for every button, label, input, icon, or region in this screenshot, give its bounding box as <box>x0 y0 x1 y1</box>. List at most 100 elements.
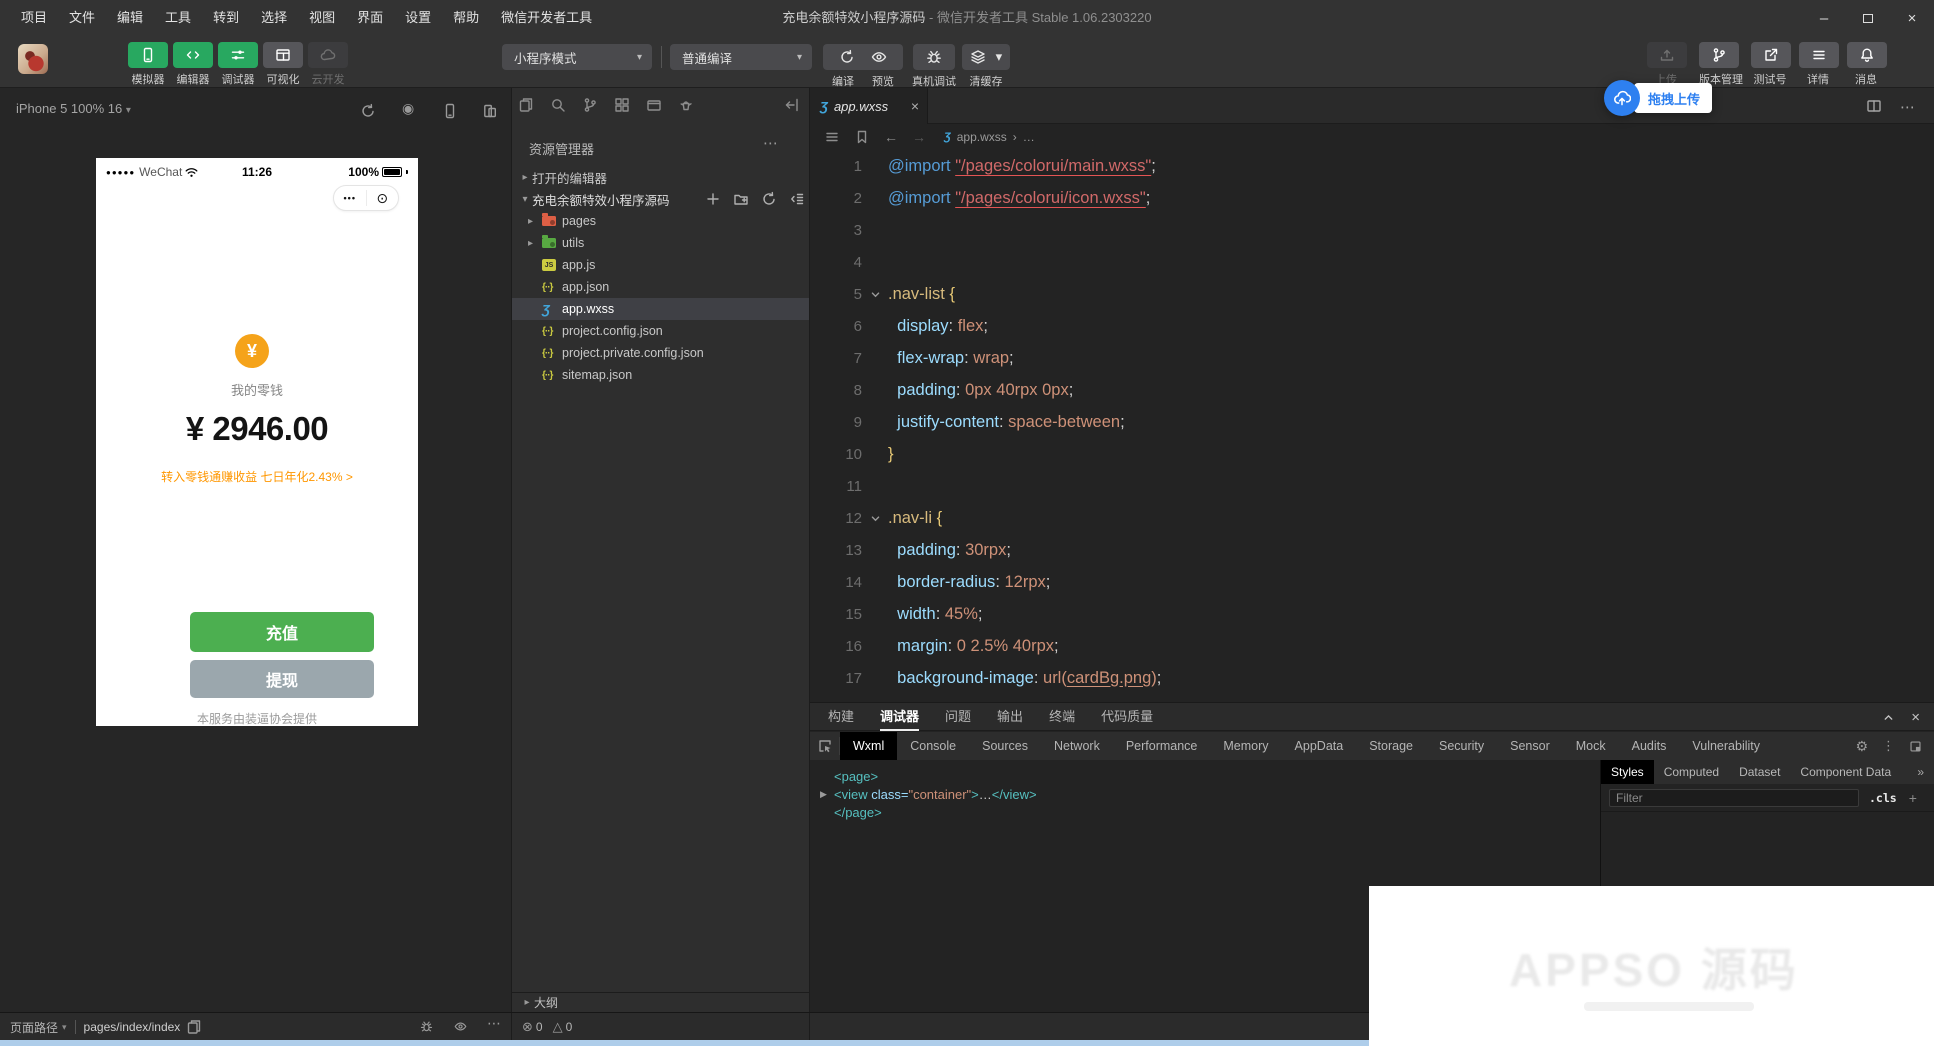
compile-icon[interactable] <box>839 49 855 65</box>
menu-item[interactable]: 转到 <box>202 0 250 36</box>
maximize-button[interactable] <box>1846 0 1890 36</box>
capsule-close-button[interactable]: ⊙ <box>367 190 399 207</box>
drag-upload-button[interactable]: 拖拽上传 <box>1634 83 1712 113</box>
more-tabs-chevrons[interactable]: » <box>1917 765 1934 779</box>
menu-item[interactable]: 工具 <box>154 0 202 36</box>
tab-app-wxss[interactable]: Ʒ app.wxss × <box>810 88 928 124</box>
debugger-tab-输出[interactable]: 输出 <box>997 703 1023 731</box>
file-item-app.js[interactable]: JSapp.js <box>512 254 809 276</box>
devtools-tab-performance[interactable]: Performance <box>1113 732 1211 760</box>
close-button[interactable]: × <box>1890 0 1934 36</box>
file-item-sitemap.json[interactable]: {··}sitemap.json <box>512 364 809 386</box>
debugger-tab-问题[interactable]: 问题 <box>945 703 971 731</box>
capsule-menu-button[interactable]: ••• <box>334 193 366 203</box>
window-icon[interactable] <box>646 97 662 113</box>
files-icon[interactable] <box>518 97 534 113</box>
devtools-tab-mock[interactable]: Mock <box>1563 732 1619 760</box>
wxml-node[interactable]: <page> <box>820 767 1600 785</box>
outline-section[interactable]: ▸ 大纲 <box>512 992 809 1012</box>
source-control-icon[interactable] <box>582 97 598 113</box>
add-style-icon[interactable]: + <box>1909 790 1917 806</box>
gear-icon[interactable]: ⚙ <box>1855 738 1868 755</box>
search-icon[interactable] <box>550 97 566 113</box>
refresh-explorer-icon[interactable] <box>761 191 777 207</box>
toolbar-bell-button[interactable]: 消息 <box>1847 42 1885 87</box>
menu-item[interactable]: 视图 <box>298 0 346 36</box>
more-actions-icon[interactable]: ⋯ <box>763 134 779 152</box>
file-item-project.private.config.json[interactable]: {··}project.private.config.json <box>512 342 809 364</box>
preview-icon[interactable] <box>871 49 887 65</box>
file-item-app.json[interactable]: {··}app.json <box>512 276 809 298</box>
file-item-project.config.json[interactable]: {··}project.config.json <box>512 320 809 342</box>
compile-mode-select[interactable]: 普通编译 ▾ <box>670 44 812 70</box>
file-item-app.wxss[interactable]: Ʒapp.wxss <box>512 298 809 320</box>
devtools-tab-audits[interactable]: Audits <box>1619 732 1680 760</box>
outline-list-icon[interactable] <box>824 129 840 145</box>
cls-toggle-button[interactable]: .cls <box>1869 791 1897 805</box>
toolbar-sliders-toggle[interactable]: 调试器 <box>218 42 258 87</box>
menu-item[interactable]: 项目 <box>10 0 58 36</box>
multi-device-icon[interactable] <box>482 103 498 119</box>
toolbar-lines-button[interactable]: 详情 <box>1799 42 1837 87</box>
dock-panel-icon[interactable] <box>1909 740 1922 753</box>
file-item-utils[interactable]: ▸utils <box>512 232 809 254</box>
wallet-transfer-link[interactable]: 转入零钱通赚收益 七日年化2.43% > <box>96 468 418 485</box>
styles-tab-component-data[interactable]: Component Data <box>1790 760 1901 784</box>
devtools-tab-sensor[interactable]: Sensor <box>1497 732 1563 760</box>
devtools-tab-sources[interactable]: Sources <box>969 732 1041 760</box>
close-panel-icon[interactable]: × <box>1911 709 1920 726</box>
close-tab-icon[interactable]: × <box>911 98 919 114</box>
debugger-tab-构建[interactable]: 构建 <box>828 703 854 731</box>
mode-select[interactable]: 小程序模式 ▾ <box>502 44 652 70</box>
styles-tab-computed[interactable]: Computed <box>1654 760 1729 784</box>
debugger-tab-代码质量[interactable]: 代码质量 <box>1101 703 1153 731</box>
menu-item[interactable]: 界面 <box>346 0 394 36</box>
toolbar-layout-toggle[interactable]: 可视化 <box>263 42 303 87</box>
remote-debug-button[interactable] <box>913 44 955 70</box>
copy-path-icon[interactable] <box>186 1019 202 1035</box>
editor-more-icon[interactable]: ⋯ <box>1900 98 1916 116</box>
extensions-icon[interactable] <box>614 97 630 113</box>
file-item-pages[interactable]: ▸pages <box>512 210 809 232</box>
styles-tab-dataset[interactable]: Dataset <box>1729 760 1790 784</box>
devtools-tab-memory[interactable]: Memory <box>1210 732 1281 760</box>
devtools-tab-storage[interactable]: Storage <box>1356 732 1426 760</box>
collapse-panel-icon[interactable] <box>1882 711 1895 724</box>
wxml-node[interactable]: ▶<view class="container">…</view> <box>820 785 1600 803</box>
debugger-tab-终端[interactable]: 终端 <box>1049 703 1075 731</box>
toolbar-phone-toggle[interactable]: 模拟器 <box>128 42 168 87</box>
menu-item[interactable]: 微信开发者工具 <box>490 0 603 36</box>
toolbar-external-button[interactable]: 测试号 <box>1751 42 1789 87</box>
project-root-item[interactable]: ▾ 充电余额特效小程序源码 <box>512 188 809 210</box>
status-more-icon[interactable]: ⋯ <box>487 1015 502 1032</box>
new-file-icon[interactable] <box>705 191 721 207</box>
open-editors-section[interactable]: ▸ 打开的编辑器 <box>512 166 809 188</box>
collapse-all-icon[interactable] <box>789 191 805 207</box>
eye-icon[interactable] <box>454 1020 467 1033</box>
collapse-sidebar-icon[interactable] <box>784 97 800 113</box>
minimize-button[interactable]: – <box>1802 0 1846 36</box>
menu-item[interactable]: 选择 <box>250 0 298 36</box>
teapot-icon[interactable] <box>678 97 694 113</box>
filter-input[interactable]: Filter <box>1609 789 1859 807</box>
wxml-node[interactable]: </page> <box>820 803 1600 821</box>
menu-item[interactable]: 文件 <box>58 0 106 36</box>
kebab-menu-icon[interactable]: ⋮ <box>1882 738 1895 754</box>
debugger-tab-调试器[interactable]: 调试器 <box>880 703 919 731</box>
new-folder-icon[interactable] <box>733 191 749 207</box>
code-editor[interactable]: 1@import "/pages/colorui/main.wxss";2@im… <box>810 150 1934 704</box>
toolbar-cloud-toggle[interactable]: 云开发 <box>308 42 348 87</box>
menu-item[interactable]: 编辑 <box>106 0 154 36</box>
devtools-tab-wxml[interactable]: Wxml <box>840 732 897 760</box>
refresh-simulator-icon[interactable] <box>360 103 376 119</box>
clear-cache-button[interactable]: ▾ <box>962 44 1010 70</box>
menu-item[interactable]: 设置 <box>394 0 442 36</box>
split-editor-icon[interactable] <box>1866 98 1882 114</box>
bookmark-icon[interactable] <box>854 129 870 145</box>
devtools-tab-console[interactable]: Console <box>897 732 969 760</box>
record-icon[interactable]: ◉ <box>402 100 414 117</box>
bug-icon[interactable] <box>420 1020 433 1033</box>
withdraw-button[interactable]: 提现 <box>190 660 374 698</box>
recharge-button[interactable]: 充值 <box>190 612 374 652</box>
devtools-tab-vulnerability[interactable]: Vulnerability <box>1679 732 1773 760</box>
